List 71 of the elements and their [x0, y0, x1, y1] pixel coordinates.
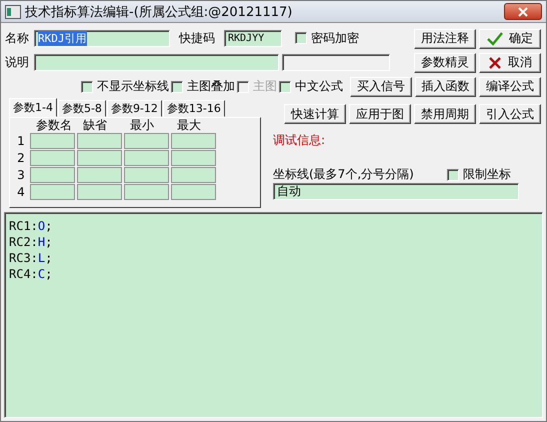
- ok-button[interactable]: 确定: [479, 28, 541, 48]
- action-button[interactable]: 参数精灵: [414, 52, 476, 72]
- axis-label: 坐标线(最多7个,分号分隔): [273, 166, 414, 183]
- description-field[interactable]: [34, 54, 279, 71]
- action-button[interactable]: 用法注释: [414, 28, 476, 48]
- field-label: 说明: [5, 54, 30, 71]
- table-cell[interactable]: [171, 167, 216, 183]
- field-label: 名称: [5, 30, 30, 47]
- table-cell[interactable]: [77, 133, 122, 149]
- tab[interactable]: 参数1-4: [9, 98, 57, 117]
- code-line: RC1:O;: [9, 219, 52, 235]
- row-number: 3: [16, 168, 26, 182]
- table-cell[interactable]: [124, 184, 169, 200]
- table-cell[interactable]: [77, 184, 122, 200]
- field-label: 快捷码: [179, 30, 216, 47]
- checkbox-label: 主图: [253, 78, 277, 95]
- checkbox[interactable]: [81, 80, 93, 92]
- tab[interactable]: 参数13-16: [162, 100, 225, 117]
- checkbox-label: 不显示坐标线: [97, 78, 169, 95]
- checkbox-label: 中文公式: [295, 78, 343, 95]
- row-number: 4: [16, 185, 26, 199]
- checkbox-label: 限制坐标: [463, 166, 511, 183]
- close-icon: [518, 6, 528, 16]
- checkbox[interactable]: [171, 80, 183, 92]
- code-line: RC3:L;: [9, 251, 52, 267]
- code-editor[interactable]: RC1:O; RC2:H; RC3:L; RC4:C;: [4, 212, 543, 418]
- action-button[interactable]: 应用于图: [349, 104, 411, 124]
- code-line: RC2:H;: [9, 235, 52, 251]
- axis-field[interactable]: 自动: [273, 183, 519, 200]
- table-cell[interactable]: [77, 150, 122, 166]
- debug-label: 调试信息:: [273, 132, 326, 149]
- input-field[interactable]: [282, 54, 390, 71]
- table-cell[interactable]: [124, 133, 169, 149]
- tab[interactable]: 参数5-8: [58, 100, 106, 117]
- close-button[interactable]: [504, 3, 542, 20]
- action-button[interactable]: 编译公式: [479, 76, 542, 96]
- table-cell[interactable]: [30, 184, 75, 200]
- table-cell[interactable]: [171, 184, 216, 200]
- tab[interactable]: 参数9-12: [106, 100, 162, 117]
- window-title: 技术指标算法编辑-(所属公式组:@20121117): [25, 4, 294, 20]
- table-cell[interactable]: [77, 167, 122, 183]
- checkbox[interactable]: [279, 80, 291, 92]
- close-icon: [488, 56, 502, 70]
- table-cell[interactable]: [171, 150, 216, 166]
- checkbox[interactable]: [295, 32, 307, 44]
- checkbox[interactable]: [447, 168, 459, 180]
- action-button[interactable]: 引入公式: [479, 104, 541, 124]
- action-button[interactable]: 快速计算: [284, 104, 346, 124]
- shortcut-field[interactable]: RKDJYY: [224, 30, 282, 47]
- name-field[interactable]: RKDJ引用: [34, 30, 170, 47]
- checkbox-label: 密码加密: [311, 30, 359, 47]
- table-cell[interactable]: [171, 133, 216, 149]
- action-button[interactable]: 买入信号: [350, 76, 412, 96]
- table-cell[interactable]: [30, 167, 75, 183]
- row-number: 2: [16, 151, 26, 165]
- column-header: 最大: [176, 118, 202, 132]
- column-header: 最小: [129, 118, 155, 132]
- cancel-button[interactable]: 取消: [479, 52, 541, 72]
- app-icon: [5, 4, 21, 18]
- table-cell[interactable]: [30, 150, 75, 166]
- checkbox-label: 主图叠加: [187, 78, 235, 95]
- column-header: 参数名: [35, 118, 73, 132]
- code-line: RC4:C;: [9, 267, 52, 283]
- table-cell[interactable]: [30, 133, 75, 149]
- column-header: 缺省: [82, 118, 108, 132]
- action-button[interactable]: 插入函数: [414, 76, 476, 96]
- action-button[interactable]: 禁用周期: [414, 104, 476, 124]
- table-cell[interactable]: [124, 167, 169, 183]
- table-cell[interactable]: [124, 150, 169, 166]
- row-number: 1: [16, 134, 26, 148]
- check-icon: [487, 32, 503, 46]
